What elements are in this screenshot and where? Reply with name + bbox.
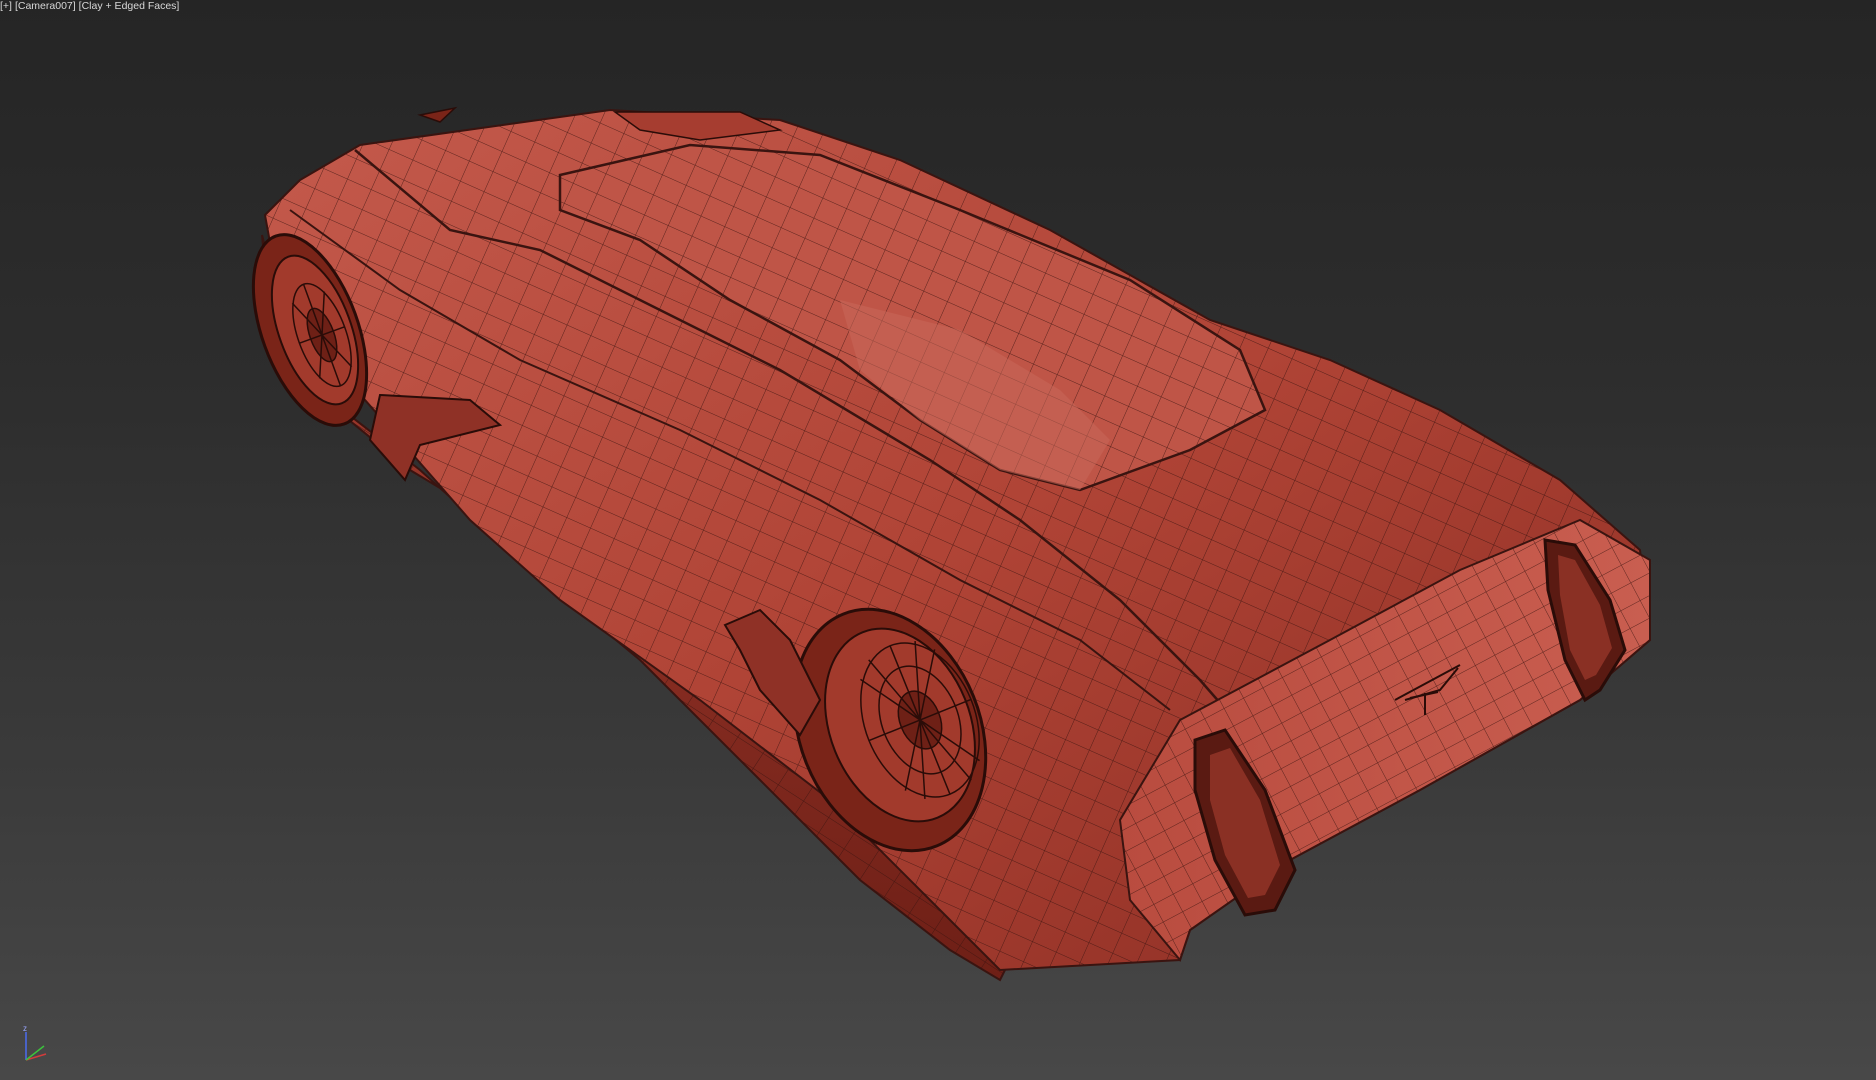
- axis-gizmo-icon: z: [23, 1024, 47, 1061]
- axis-z-label: z: [23, 1024, 27, 1033]
- roof-antenna: [417, 106, 458, 123]
- viewport[interactable]: [+] [Camera007] [Clay + Edged Faces] z: [0, 0, 1876, 1080]
- car-model[interactable]: [0, 0, 1876, 1080]
